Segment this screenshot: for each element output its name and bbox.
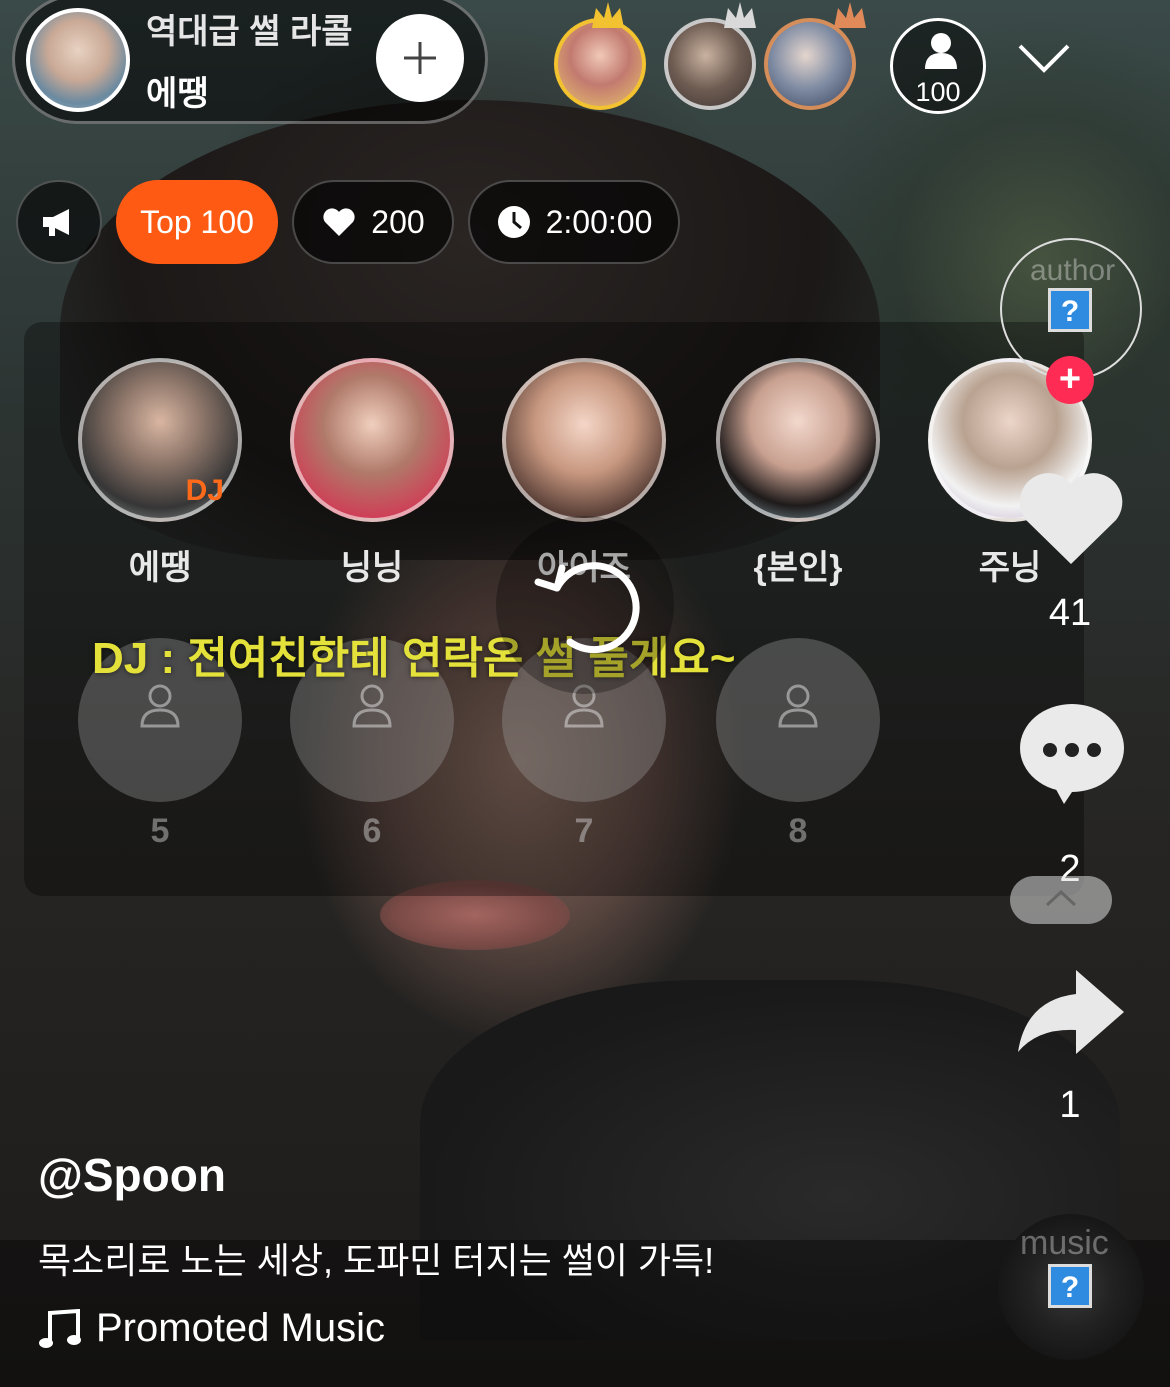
author-alt-text: author bbox=[1030, 254, 1116, 287]
seat-name: {본인} bbox=[753, 549, 843, 587]
likes-chip[interactable]: 200 bbox=[292, 180, 454, 264]
music-disc[interactable]: music ? bbox=[998, 1214, 1144, 1360]
listener-count-badge[interactable]: 100 bbox=[890, 18, 986, 114]
video-frame[interactable]: 역대급 썰 라콜 에땡 100 Top 100 200 2:00:00 DJ 에… bbox=[0, 0, 1170, 1387]
announcement-button[interactable] bbox=[16, 180, 102, 264]
timer-value: 2:00:00 bbox=[545, 203, 653, 240]
top-ranking-chip[interactable]: Top 100 bbox=[116, 180, 278, 264]
music-alt-text: music bbox=[1020, 1224, 1109, 1262]
seat-4[interactable]: {본인} bbox=[716, 358, 880, 589]
seat-name: 에땡 bbox=[128, 549, 192, 587]
chevron-down-icon[interactable] bbox=[1016, 38, 1072, 78]
collapse-button[interactable] bbox=[1010, 876, 1112, 924]
silver-crown-icon bbox=[724, 2, 756, 28]
dj-badge: DJ bbox=[185, 474, 224, 507]
person-outline-icon bbox=[140, 684, 180, 728]
empty-seat-8[interactable] bbox=[716, 638, 880, 802]
seat-avatar bbox=[502, 358, 666, 522]
chevron-up-icon bbox=[1045, 889, 1077, 907]
host-name: 에땡 bbox=[146, 75, 209, 113]
share-icon[interactable] bbox=[1016, 966, 1128, 1056]
follow-host-button[interactable] bbox=[376, 14, 464, 102]
seat-number: 7 bbox=[574, 812, 594, 850]
top-fan-avatar-1[interactable] bbox=[554, 18, 646, 110]
seat-1[interactable]: DJ 에땡 bbox=[78, 358, 242, 589]
broken-image-icon: ? bbox=[1048, 1264, 1092, 1308]
comment-icon[interactable] bbox=[1018, 702, 1126, 806]
seat-avatar bbox=[290, 358, 454, 522]
person-icon bbox=[925, 33, 957, 69]
clock-icon bbox=[497, 206, 530, 238]
broken-image-icon: ? bbox=[1048, 288, 1092, 332]
music-link[interactable]: Promoted Music bbox=[38, 1306, 385, 1351]
heart-icon bbox=[323, 208, 355, 236]
replay-button[interactable] bbox=[496, 516, 674, 694]
bronze-crown-icon bbox=[834, 2, 866, 28]
seat-name: 닝닝 bbox=[340, 549, 404, 587]
top-fan-avatar-3[interactable] bbox=[764, 18, 856, 110]
heart-icon[interactable] bbox=[1016, 468, 1126, 568]
follow-author-button[interactable]: + bbox=[1046, 356, 1094, 404]
megaphone-icon bbox=[43, 209, 69, 236]
timer-chip[interactable]: 2:00:00 bbox=[468, 180, 680, 264]
person-outline-icon bbox=[778, 684, 818, 728]
seat-number: 5 bbox=[150, 812, 170, 850]
seat-avatar bbox=[716, 358, 880, 522]
gold-crown-icon bbox=[592, 2, 624, 28]
top-fan-avatar-2[interactable] bbox=[664, 18, 756, 110]
like-count: 41 bbox=[1048, 592, 1092, 634]
likes-count: 200 bbox=[371, 203, 425, 240]
seat-number: 8 bbox=[788, 812, 808, 850]
post-username[interactable]: @Spoon bbox=[38, 1148, 226, 1202]
person-outline-icon bbox=[352, 684, 392, 728]
top-ranking-label: Top 100 bbox=[140, 203, 254, 240]
music-note-icon bbox=[39, 1308, 81, 1348]
share-count: 1 bbox=[1059, 1084, 1081, 1126]
seat-number: 6 bbox=[362, 812, 382, 850]
plus-icon bbox=[404, 42, 436, 74]
replay-icon bbox=[534, 562, 640, 654]
host-avatar[interactable] bbox=[26, 8, 130, 112]
music-title: Promoted Music bbox=[96, 1306, 385, 1350]
post-description: 목소리로 노는 세상, 도파민 터지는 썰이 가득! bbox=[38, 1240, 715, 1281]
seat-2[interactable]: 닝닝 bbox=[290, 358, 454, 589]
seat-avatar: DJ bbox=[78, 358, 242, 522]
listener-count: 100 bbox=[915, 77, 961, 107]
room-title: 역대급 썰 라콜 bbox=[146, 13, 353, 51]
